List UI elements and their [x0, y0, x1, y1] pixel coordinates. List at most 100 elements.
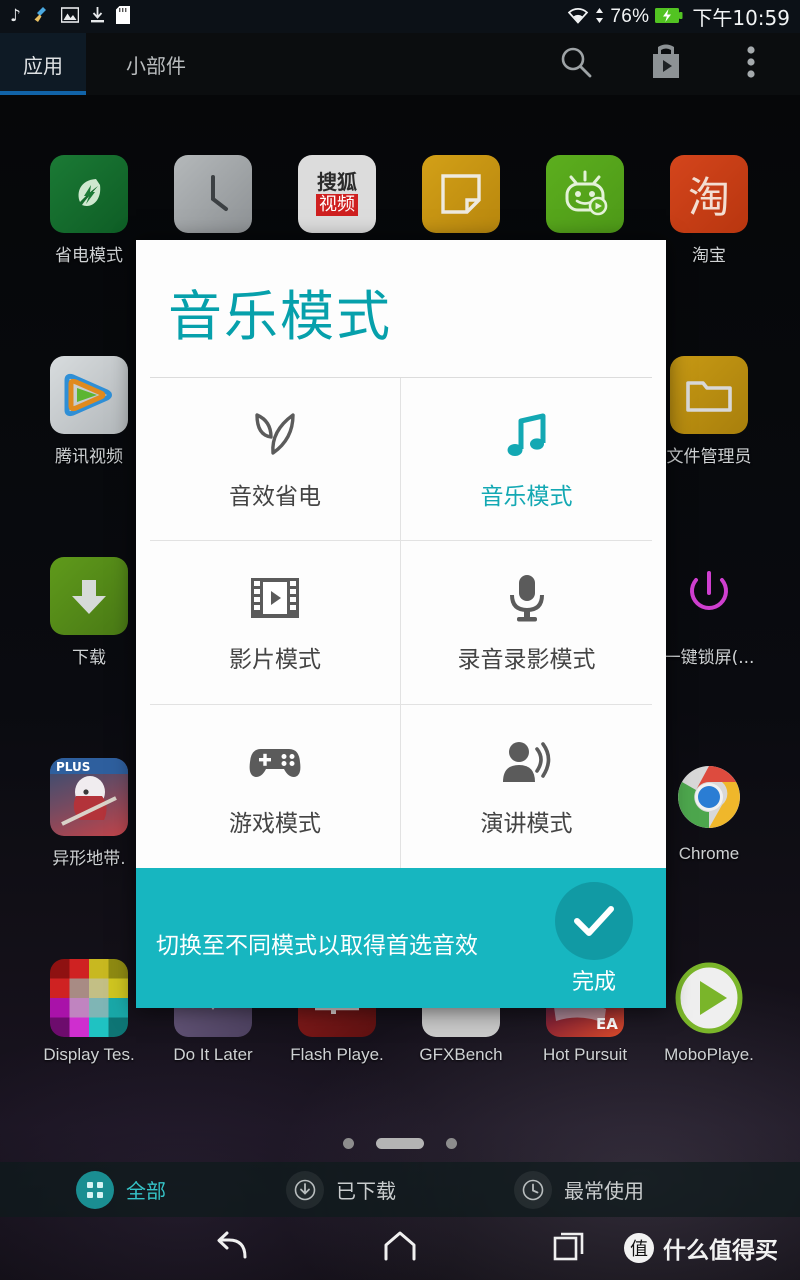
- footer-hint-text: 切换至不同模式以取得首选音效: [156, 933, 478, 959]
- app-label: Hot Pursuit: [542, 1045, 628, 1064]
- drawer-tab-bar: 应用 小部件: [0, 33, 800, 95]
- download-icon: [90, 6, 105, 27]
- battery-charging-icon: [655, 7, 683, 27]
- tab-widgets[interactable]: 小部件: [86, 33, 226, 95]
- audio-mode-dialog: 音乐模式 音效省电 音乐模式 影片模式 录音录影模式 游戏模式 演讲模式 切换至…: [136, 240, 666, 1008]
- mode-grid: 音效省电 音乐模式 影片模式 录音录影模式 游戏模式 演讲模式: [150, 378, 652, 868]
- status-bar-right-icons: 76% 下午10:59: [567, 2, 790, 31]
- clock-circle-icon: [514, 1170, 552, 1209]
- navigation-bar: 值 什么值得买: [0, 1217, 800, 1280]
- mode-label: 音乐模式: [480, 484, 573, 511]
- app-label: Do It Later: [173, 1045, 253, 1064]
- app-item-sohu-video[interactable]: 搜狐 视频: [270, 155, 404, 241]
- app-label: MoboPlaye.: [664, 1045, 754, 1064]
- home-button[interactable]: [345, 1217, 455, 1280]
- back-button[interactable]: [178, 1217, 288, 1280]
- mode-label: 音效省电: [229, 484, 321, 511]
- status-bar: ♪ 76% 下午10:59: [0, 0, 800, 33]
- svg-text:PLUS: PLUS: [56, 760, 90, 774]
- download-app-icon: [50, 557, 128, 635]
- wifi-icon: [567, 7, 589, 27]
- android-screen: ♪ 76% 下午10:59 应用 小部件 省电模式 搜狐 视频 淘 淘宝 腾讯视…: [0, 0, 800, 1280]
- overflow-menu-icon: [747, 45, 755, 83]
- play-store-button[interactable]: [624, 33, 708, 95]
- watermark-text: 什么值得买: [663, 1238, 778, 1264]
- watermark-badge: 值: [624, 1233, 654, 1263]
- file-manager-icon: [670, 356, 748, 434]
- page-dot-active[interactable]: [376, 1138, 424, 1149]
- filter-most-used[interactable]: 最常使用: [514, 1170, 644, 1209]
- home-icon: [381, 1228, 419, 1269]
- filter-all-label: 全部: [126, 1179, 166, 1203]
- mode-label: 演讲模式: [480, 811, 573, 838]
- app-label: Flash Playe.: [290, 1045, 384, 1064]
- page-dot[interactable]: [446, 1138, 457, 1149]
- tencent-video-icon: [50, 356, 128, 434]
- mode-label: 影片模式: [229, 647, 321, 674]
- app-filter-bar: 全部 已下载 最常使用: [0, 1162, 800, 1217]
- done-button[interactable]: 完成: [546, 882, 642, 996]
- taobao-icon: 淘: [670, 155, 748, 233]
- page-indicator: [0, 1138, 800, 1149]
- back-icon: [214, 1229, 252, 1268]
- microphone-icon: [499, 570, 555, 626]
- music-note-icon: ♪: [10, 6, 21, 26]
- watermark: 值 什么值得买: [624, 1231, 778, 1265]
- play-store-icon: [649, 44, 683, 85]
- svg-text:EA: EA: [596, 1015, 618, 1033]
- alien-zone-game-icon: PLUS: [50, 758, 128, 836]
- app-item-pptv[interactable]: [518, 155, 652, 241]
- power-saving-leaf-icon: [50, 155, 128, 233]
- search-icon: [559, 45, 593, 84]
- filter-most-used-label: 最常使用: [564, 1179, 644, 1203]
- app-label: GFXBench: [419, 1045, 503, 1064]
- mode-cell-recording[interactable]: 录音录影模式: [401, 541, 652, 705]
- filter-all[interactable]: 全部: [76, 1170, 166, 1209]
- recent-apps-icon: [552, 1229, 588, 1268]
- mode-cell-speech[interactable]: 演讲模式: [401, 705, 652, 868]
- pptv-green-icon: [546, 155, 624, 233]
- app-item-clock[interactable]: [146, 155, 280, 241]
- tab-widgets-label: 小部件: [126, 53, 186, 78]
- gamepad-icon: [247, 734, 303, 790]
- overflow-menu-button[interactable]: [716, 33, 786, 95]
- dialog-title: 音乐模式: [168, 285, 392, 348]
- mode-cell-game[interactable]: 游戏模式: [150, 704, 401, 868]
- status-bar-left-icons: ♪: [10, 6, 130, 27]
- data-transfer-icon: [595, 7, 604, 27]
- lock-screen-power-icon: [670, 557, 748, 635]
- picture-icon: [60, 7, 80, 26]
- app-item-keep-note[interactable]: [394, 155, 528, 241]
- filter-downloaded[interactable]: 已下载: [286, 1170, 396, 1209]
- mode-label: 游戏模式: [229, 811, 321, 838]
- sohu-video-icon: 搜狐 视频: [298, 155, 376, 233]
- display-test-icon: [50, 959, 128, 1037]
- battery-percent: 76%: [610, 5, 650, 27]
- grid-icon: [76, 1170, 114, 1209]
- clock-icon: [174, 155, 252, 233]
- mode-cell-music[interactable]: 音乐模式: [401, 378, 652, 542]
- tab-apps-label: 应用: [23, 53, 63, 78]
- dialog-footer: 切换至不同模式以取得首选音效 完成: [136, 868, 666, 1008]
- app-label: Display Tes.: [43, 1045, 135, 1064]
- recent-apps-button[interactable]: [515, 1217, 625, 1280]
- leaf-eco-icon: [247, 407, 303, 463]
- mode-cell-movie[interactable]: 影片模式: [150, 541, 401, 705]
- chrome-icon: [670, 758, 748, 836]
- speaking-person-icon: [499, 734, 555, 790]
- tab-active-underline: [0, 91, 86, 95]
- mode-cell-eco-audio[interactable]: 音效省电: [150, 378, 401, 542]
- mobo-player-icon: [670, 959, 748, 1037]
- page-dot[interactable]: [343, 1138, 354, 1149]
- clock-time: 下午10:59: [692, 6, 790, 30]
- done-label: 完成: [571, 970, 616, 995]
- tab-apps[interactable]: 应用: [0, 33, 86, 95]
- check-icon: [555, 882, 633, 960]
- search-button[interactable]: [534, 33, 618, 95]
- download-circle-icon: [286, 1170, 324, 1209]
- filter-downloaded-label: 已下载: [336, 1179, 396, 1203]
- keep-note-icon: [422, 155, 500, 233]
- music-note-icon: [499, 407, 555, 463]
- sd-card-icon: [115, 6, 130, 27]
- film-strip-icon: [247, 570, 303, 626]
